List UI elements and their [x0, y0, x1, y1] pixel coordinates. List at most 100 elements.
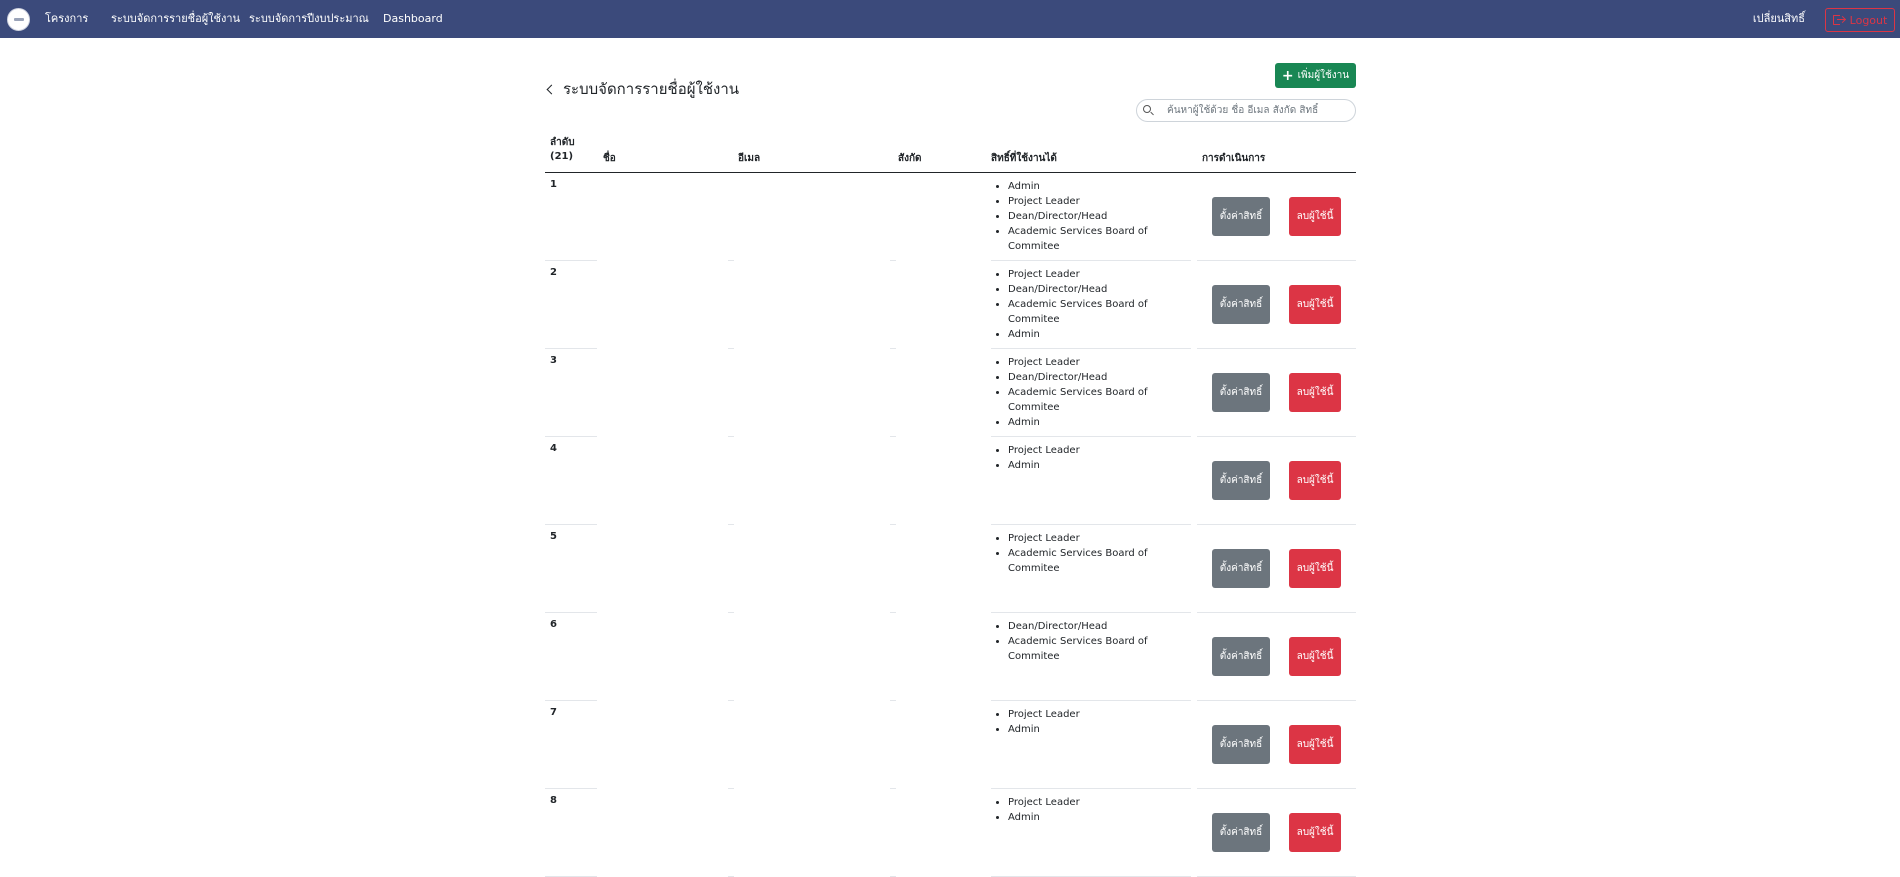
column-order-count: (21) [550, 151, 574, 162]
rights-cell: Dean/Director/HeadAcademic Services Boar… [991, 613, 1191, 701]
table-row: 8 Project LeaderAdmin ตั้งค่าสิทธิ์ ลบผู้ใช… [545, 789, 1356, 877]
row-number: 7 [550, 707, 557, 718]
nav-link-dashboard[interactable]: Dashboard [383, 0, 443, 38]
delete-user-button[interactable]: ลบผู้ใช้นี้ [1289, 813, 1341, 852]
nav-link-budget-year-management[interactable]: ระบบจัดการปีงบประมาณ [249, 0, 369, 38]
row-number: 6 [550, 619, 557, 630]
logout-label: Logout [1849, 13, 1888, 27]
logo[interactable] [7, 8, 30, 31]
column-actions: การดำเนินการ [1202, 153, 1266, 164]
rights-cell: Project LeaderAcademic Services Board of… [991, 525, 1191, 613]
row-number: 5 [550, 531, 557, 542]
rights-list-item: Admin [1008, 722, 1191, 737]
rights-list-item: Academic Services Board of Commitee [1008, 634, 1191, 664]
rights-list: Project LeaderAdmin [991, 795, 1191, 825]
rights-list-item: Project Leader [1008, 443, 1191, 458]
row-number: 3 [550, 355, 557, 366]
rights-list: Project LeaderDean/Director/HeadAcademic… [991, 267, 1191, 342]
page-title: ระบบจัดการรายชื่อผู้ใช้งาน [545, 77, 739, 101]
rights-list-item: Dean/Director/Head [1008, 209, 1191, 224]
set-rights-button[interactable]: ตั้งค่าสิทธิ์ [1212, 373, 1270, 412]
table-row: 3 Project LeaderDean/Director/HeadAcademi… [545, 349, 1356, 437]
rights-list-item: Project Leader [1008, 194, 1191, 209]
nav-link-user-management[interactable]: ระบบจัดการรายชื่อผู้ใช้งาน [111, 0, 240, 38]
set-rights-button[interactable]: ตั้งค่าสิทธิ์ [1212, 549, 1270, 588]
rights-list-item: Admin [1008, 810, 1191, 825]
page-title-text: ระบบจัดการรายชื่อผู้ใช้งาน [563, 80, 740, 98]
delete-user-button[interactable]: ลบผู้ใช้นี้ [1289, 461, 1341, 500]
rights-list-item: Academic Services Board of Commitee [1008, 385, 1191, 415]
rights-list-item: Admin [1008, 458, 1191, 473]
set-rights-button[interactable]: ตั้งค่าสิทธิ์ [1212, 197, 1270, 236]
column-email: อีเมล [738, 153, 761, 164]
delete-user-button[interactable]: ลบผู้ใช้นี้ [1289, 725, 1341, 764]
chevron-left-icon[interactable] [546, 84, 557, 94]
rights-list-item: Dean/Director/Head [1008, 370, 1191, 385]
table-row: 4 Project LeaderAdmin ตั้งค่าสิทธิ์ ลบผู้ใช… [545, 437, 1356, 525]
rights-list-item: Project Leader [1008, 355, 1191, 370]
logout-icon [1832, 14, 1845, 26]
column-affiliation: สังกัด [898, 153, 922, 164]
add-user-button[interactable]: + เพิ่มผู้ใช้งาน [1275, 63, 1356, 88]
rights-list: Project LeaderAdmin [991, 443, 1191, 473]
table-header: ลำดับ (21) ชื่อ อีเมล สังกัด สิทธิ์ที่ใช… [545, 136, 1356, 173]
delete-user-button[interactable]: ลบผู้ใช้นี้ [1289, 197, 1341, 236]
row-number: 4 [550, 443, 557, 454]
rights-list: Project LeaderAcademic Services Board of… [991, 531, 1191, 576]
delete-user-button[interactable]: ลบผู้ใช้นี้ [1289, 637, 1341, 676]
logout-button[interactable]: Logout [1825, 8, 1895, 32]
rights-list-item: Project Leader [1008, 707, 1191, 722]
column-rights: สิทธิ์ที่ใช้งานได้ [991, 153, 1057, 164]
rights-list-item: Dean/Director/Head [1008, 282, 1191, 297]
rights-list-item: Academic Services Board of Commitee [1008, 224, 1191, 254]
rights-cell: Project LeaderAdmin [991, 701, 1191, 789]
rights-list: Project LeaderAdmin [991, 707, 1191, 737]
plus-icon: + [1281, 67, 1294, 84]
top-navbar: โครงการ ระบบจัดการรายชื่อผู้ใช้งาน ระบบจ… [0, 0, 1900, 38]
table-row: 1 AdminProject LeaderDean/Director/HeadAc… [545, 173, 1356, 261]
rights-list-item: Dean/Director/Head [1008, 619, 1191, 634]
rights-list: Dean/Director/HeadAcademic Services Boar… [991, 619, 1191, 664]
user-table-body: 1AdminProject LeaderDean/Director/HeadAc… [545, 173, 1356, 877]
rights-list: Project LeaderDean/Director/HeadAcademic… [991, 355, 1191, 430]
row-number: 1 [550, 179, 557, 190]
set-rights-button[interactable]: ตั้งค่าสิทธิ์ [1212, 461, 1270, 500]
delete-user-button[interactable]: ลบผู้ใช้นี้ [1289, 285, 1341, 324]
rights-cell: Project LeaderAdmin [991, 437, 1191, 525]
search-icon [1143, 105, 1155, 117]
column-order-label: ลำดับ [550, 137, 575, 148]
set-rights-button[interactable]: ตั้งค่าสิทธิ์ [1212, 813, 1270, 852]
rights-list-item: Academic Services Board of Commitee [1008, 297, 1191, 327]
row-number: 8 [550, 795, 557, 806]
rights-list: AdminProject LeaderDean/Director/HeadAca… [991, 179, 1191, 254]
add-user-label: เพิ่มผู้ใช้งาน [1297, 70, 1350, 81]
delete-user-button[interactable]: ลบผู้ใช้นี้ [1289, 549, 1341, 588]
rights-cell: AdminProject LeaderDean/Director/HeadAca… [991, 173, 1191, 261]
table-row: 5 Project LeaderAcademic Services Board o… [545, 525, 1356, 613]
rights-list-item: Admin [1008, 415, 1191, 430]
table-row: 2 Project LeaderDean/Director/HeadAcademi… [545, 261, 1356, 349]
set-rights-button[interactable]: ตั้งค่าสิทธิ์ [1212, 285, 1270, 324]
rights-list-item: Project Leader [1008, 267, 1191, 282]
search-box [1136, 99, 1356, 122]
delete-user-button[interactable]: ลบผู้ใช้นี้ [1289, 373, 1341, 412]
column-order: ลำดับ (21) [550, 136, 575, 164]
column-name: ชื่อ [603, 153, 616, 164]
rights-list-item: Academic Services Board of Commitee [1008, 546, 1191, 576]
rights-cell: Project LeaderDean/Director/HeadAcademic… [991, 349, 1191, 437]
switch-role-link[interactable]: เปลี่ยนสิทธิ์ [1753, 0, 1805, 38]
rights-list-item: Project Leader [1008, 795, 1191, 810]
row-number: 2 [550, 267, 557, 278]
table-row: 6 Dean/Director/HeadAcademic Services Boa… [545, 613, 1356, 701]
rights-list-item: Admin [1008, 327, 1191, 342]
rights-list-item: Project Leader [1008, 531, 1191, 546]
logo-mark [13, 18, 24, 21]
rights-cell: Project LeaderAdmin [991, 789, 1191, 877]
nav-link-projects[interactable]: โครงการ [45, 0, 88, 38]
table-row: 7 Project LeaderAdmin ตั้งค่าสิทธิ์ ลบผู้ใช… [545, 701, 1356, 789]
rights-list-item: Admin [1008, 179, 1191, 194]
search-input[interactable] [1165, 102, 1350, 119]
rights-cell: Project LeaderDean/Director/HeadAcademic… [991, 261, 1191, 349]
set-rights-button[interactable]: ตั้งค่าสิทธิ์ [1212, 637, 1270, 676]
set-rights-button[interactable]: ตั้งค่าสิทธิ์ [1212, 725, 1270, 764]
